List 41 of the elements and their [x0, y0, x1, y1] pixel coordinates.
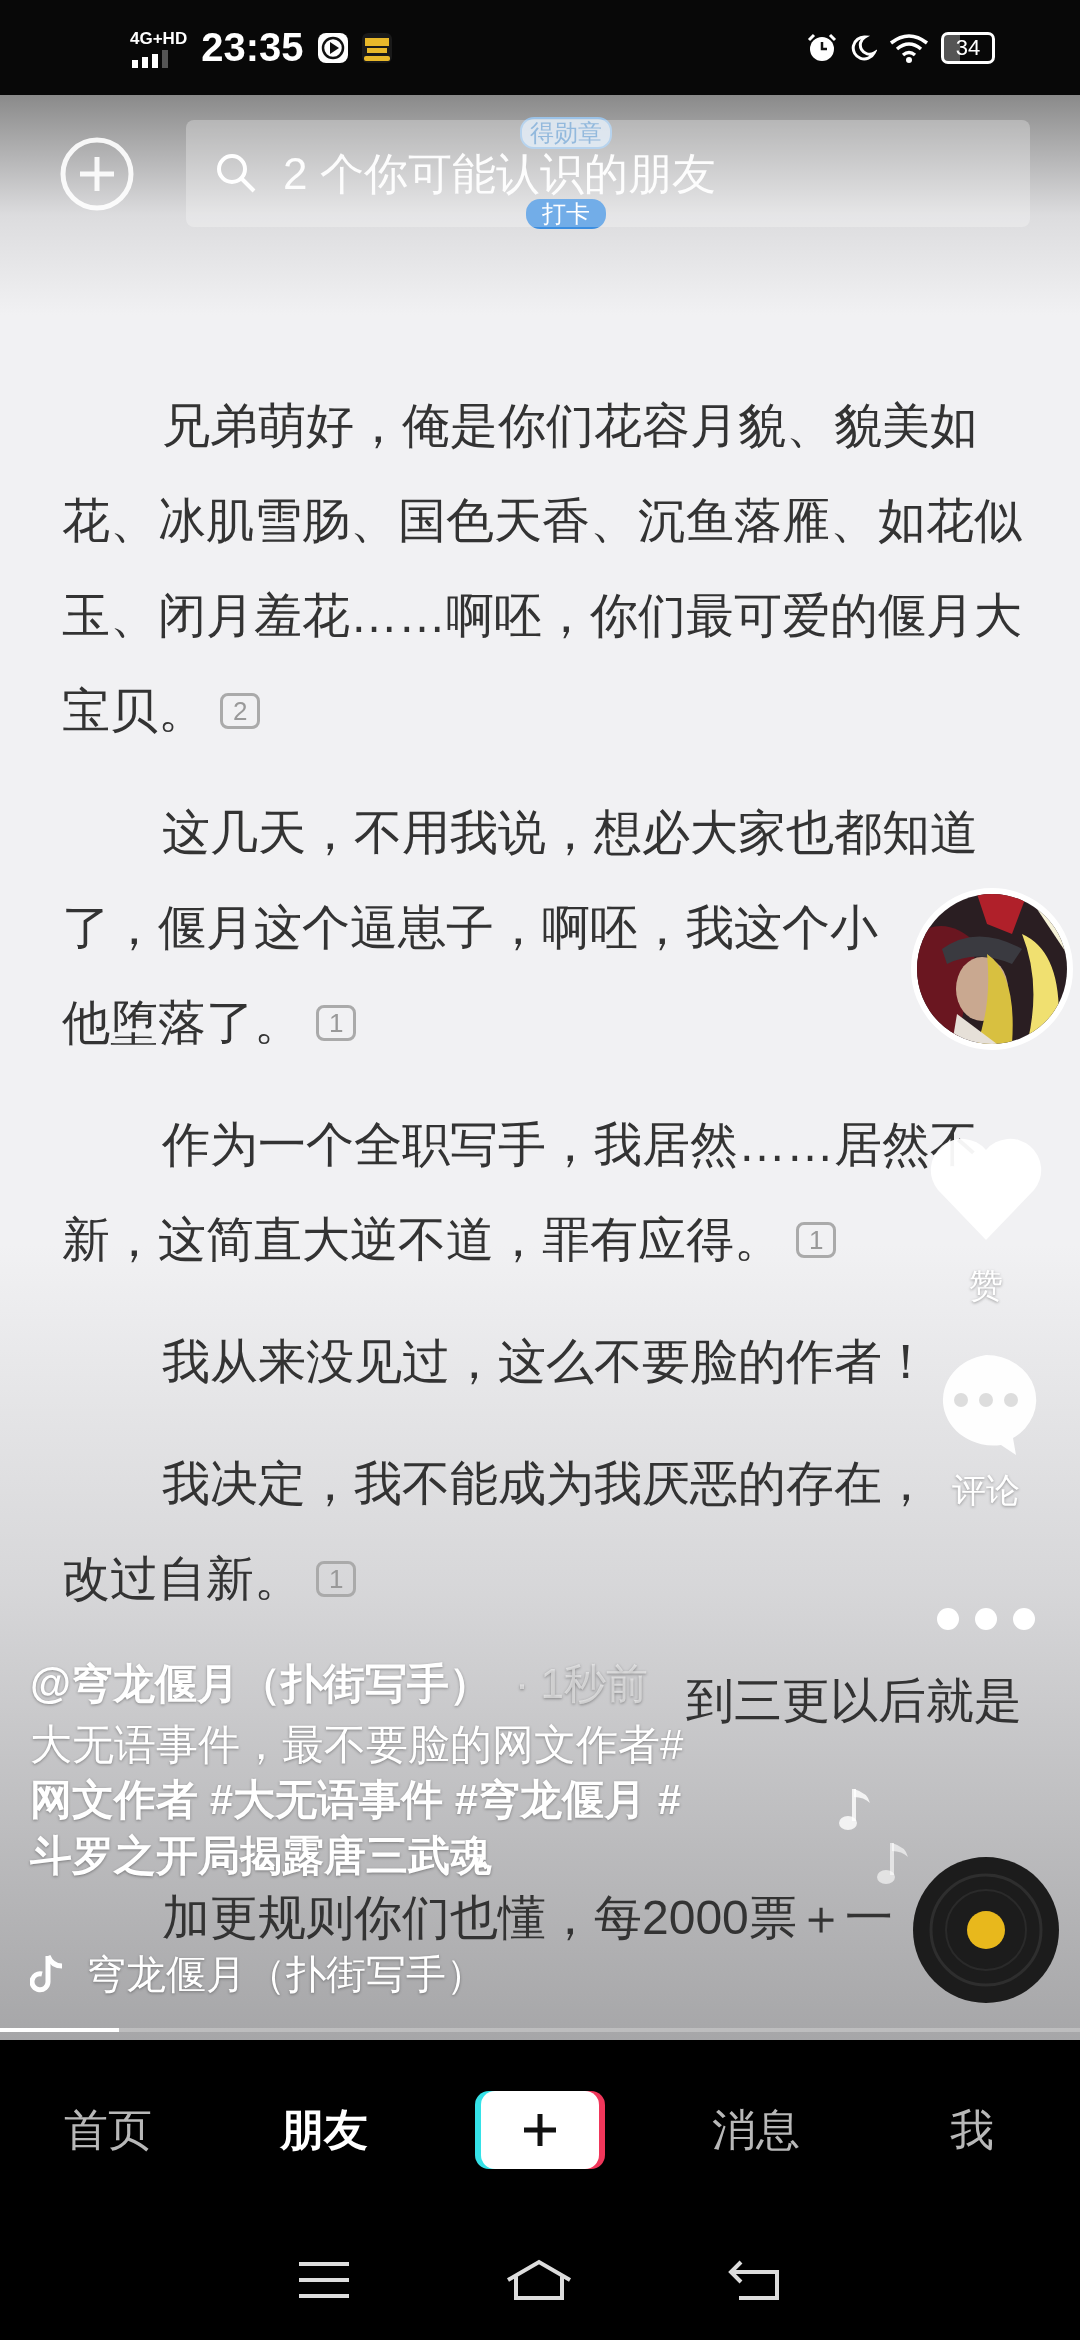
- paragraph-line: 他堕落了。: [62, 994, 302, 1051]
- signal-icon: [130, 49, 170, 68]
- paragraph-line: 宝贝。: [62, 682, 206, 739]
- nav-tab[interactable]: 消息: [702, 2090, 810, 2170]
- clock-time: 23:35: [201, 25, 304, 70]
- paragraph-line: 到三更以后就是: [686, 1672, 1022, 1729]
- play-icon: [317, 31, 350, 64]
- moon-icon: [849, 33, 877, 62]
- paragraph-line: 兄弟萌好，俺是你们花容月貌、貌美如: [162, 397, 978, 454]
- paragraph-line: 我决定，我不能成为我厌恶的存在，: [162, 1455, 930, 1512]
- description-line: 大无语事件，最不要脸的网文作者#: [30, 1719, 684, 1770]
- paragraph-line: 加更规则你们也懂，每2000票＋一: [162, 1889, 893, 1946]
- music-disc-icon[interactable]: [913, 1857, 1059, 2003]
- search-icon: [214, 151, 258, 195]
- paragraph-line: 玉、闭月羞花……啊呸，你们最可爱的偃月大: [62, 587, 1022, 644]
- medal-badge: 得勋章: [520, 117, 612, 149]
- nav-tab[interactable]: 朋友: [270, 2090, 378, 2170]
- menu-icon[interactable]: [296, 2260, 351, 2300]
- paragraph-line: 这几天，不用我说，想必大家也都知道: [162, 804, 978, 861]
- comment-count[interactable]: 1: [316, 1560, 357, 1597]
- network-label: 4G+HD: [130, 27, 188, 50]
- nav-tab[interactable]: 首页: [54, 2090, 162, 2170]
- comment-count[interactable]: 1: [796, 1221, 837, 1258]
- description-line: 斗罗之开局揭露唐三武魂: [30, 1830, 492, 1881]
- alarm-icon: [807, 32, 837, 63]
- comment-count[interactable]: 2: [220, 692, 261, 729]
- wifi-icon: [889, 32, 929, 63]
- paragraph-line: 了，偃月这个逼崽子，啊呸，我这个小: [62, 899, 878, 956]
- app-icon: [361, 31, 394, 64]
- music-title[interactable]: 穹龙偃月（扑街写手）: [86, 1951, 486, 1996]
- checkin-badge: 打卡: [526, 199, 606, 229]
- paragraph-line: 改过自新。: [62, 1550, 302, 1607]
- comment-count[interactable]: 1: [316, 1004, 357, 1041]
- battery-indicator: 34: [941, 31, 995, 64]
- paragraph-line: 新，这简直大逆不道，罪有应得。: [62, 1211, 782, 1268]
- description-line: 网文作者 #大无语事件 #穹龙偃月 #: [30, 1775, 682, 1825]
- nav-tab[interactable]: 我: [940, 2090, 1004, 2170]
- paragraph-line: 花、冰肌雪肠、国色天香、沉鱼落雁、如花似: [62, 492, 1022, 549]
- home-icon[interactable]: [504, 2258, 574, 2302]
- paragraph-line: 我从来没见过，这么不要脸的作者！: [162, 1333, 930, 1390]
- paragraph-line: 作为一个全职写手，我居然……居然不: [162, 1116, 978, 1173]
